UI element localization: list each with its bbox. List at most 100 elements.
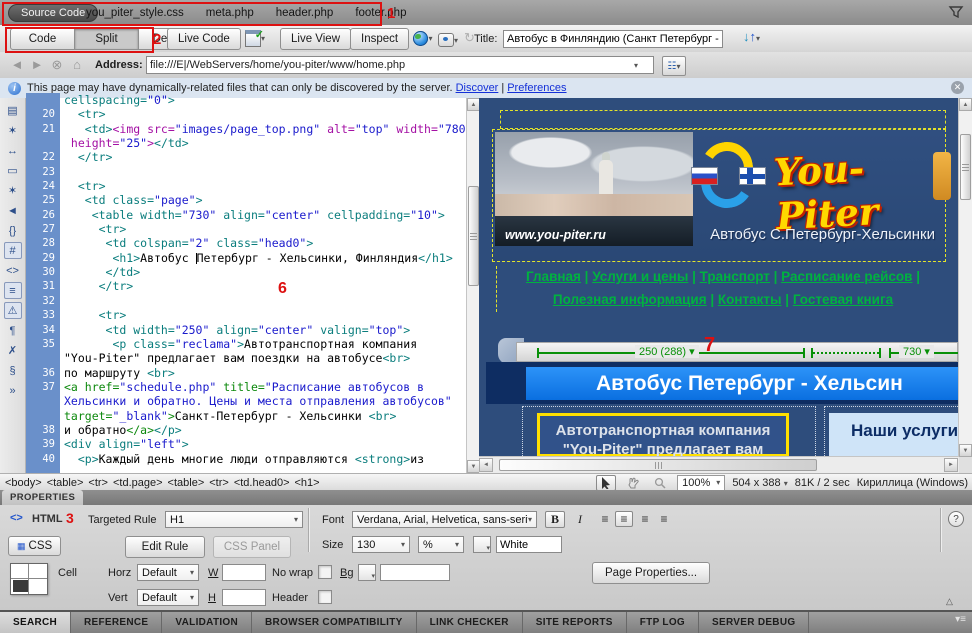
code-line[interactable]: height="25"></td> <box>60 136 189 150</box>
filter-related-files-icon[interactable] <box>948 4 964 20</box>
tag-selector-item[interactable]: <td.head0> <box>234 477 290 489</box>
apply-comment-icon[interactable]: ¶ <box>4 322 22 339</box>
site-nav-link[interactable]: Расписание рейсов <box>781 269 912 284</box>
show-code-navigator-icon[interactable]: ✶ <box>4 122 22 139</box>
syntax-error-alerts-icon[interactable]: ⚠ <box>4 302 22 319</box>
site-nav-link[interactable]: Услуги и цены <box>592 269 688 284</box>
hand-tool-icon[interactable] <box>623 475 643 491</box>
tag-selector-item[interactable]: <h1> <box>295 477 320 489</box>
collapse-panel-icon[interactable]: △ <box>946 596 953 607</box>
collapse-full-tag-icon[interactable]: ↔ <box>4 142 22 159</box>
bg-color-input[interactable] <box>380 564 450 581</box>
design-hscrollbar[interactable]: ◄ ► <box>479 456 959 473</box>
format-source-code-icon[interactable]: § <box>4 362 22 379</box>
code-line[interactable]: <div align="left"> <box>60 437 189 451</box>
tag-selector-item[interactable]: <tr> <box>209 477 229 489</box>
code-line[interactable]: target="_blank">Санкт-Петербург - Хельси… <box>60 409 396 423</box>
tag-selector-item[interactable]: <tr> <box>88 477 108 489</box>
bold-button[interactable]: B <box>545 511 565 528</box>
code-editor[interactable]: cellspacing="0">20 <tr>21 <td><img src="… <box>26 93 466 466</box>
zoom-tool-icon[interactable] <box>650 475 670 491</box>
visual-aids-icon[interactable]: ▾ <box>438 30 458 50</box>
tag-selector-item[interactable]: <body> <box>5 477 42 489</box>
size-select[interactable]: 130▾ <box>352 536 410 553</box>
magnification-select[interactable]: 100%▾ <box>677 475 725 491</box>
document-title-input[interactable] <box>503 30 723 48</box>
code-line[interactable]: <p class="reclama">Автотранспортная комп… <box>60 337 417 351</box>
table-width-label[interactable]: 730 ▾ <box>899 345 934 358</box>
design-view-pane[interactable]: www.you-piter.ru You-Piter Автобус С.Пет… <box>479 98 972 473</box>
italic-button[interactable]: I <box>570 511 590 528</box>
targeted-rule-select[interactable]: H1▾ <box>165 511 303 528</box>
left-column-cell[interactable]: Автотранспортная компания "You-Piter" пр… <box>522 406 816 457</box>
text-color-swatch[interactable]: ▾ <box>473 536 491 553</box>
code-line[interactable]: cellspacing="0"> <box>60 93 175 107</box>
code-line[interactable] <box>60 165 64 179</box>
inspect-button[interactable]: Inspect <box>350 28 409 50</box>
code-line[interactable]: <tr> <box>60 179 106 193</box>
no-wrap-checkbox[interactable] <box>318 565 332 579</box>
bg-color-swatch[interactable]: ▾ <box>358 564 376 581</box>
info-bar-close-icon[interactable]: ✕ <box>951 81 964 94</box>
tag-selector-item[interactable]: <table> <box>168 477 205 489</box>
scroll-down-icon[interactable]: ▼ <box>959 444 972 457</box>
results-tab-link-checker[interactable]: LINK CHECKER <box>417 612 523 633</box>
site-nav-link[interactable]: Гостевая книга <box>793 292 893 307</box>
file-get-put-icon[interactable]: ↓↑▾ <box>743 29 760 44</box>
address-dropdown-icon[interactable]: ▾ <box>634 61 638 70</box>
select-parent-tag-icon[interactable]: ◄ <box>4 202 22 219</box>
line-numbers-icon[interactable]: # <box>4 242 22 259</box>
code-line[interactable]: по маршруту <br> <box>60 366 175 380</box>
preview-in-browser-icon[interactable]: ▾ <box>413 28 433 48</box>
site-nav-link[interactable]: Полезная информация <box>553 292 707 307</box>
site-nav-link[interactable]: Контакты <box>718 292 782 307</box>
table-width-bar[interactable]: 250 (288) ▾ 730 ▾ <box>516 342 958 362</box>
check-browser-compatibility-icon[interactable]: ▾ <box>245 28 265 48</box>
font-select[interactable]: Verdana, Arial, Helvetica, sans-serif▾ <box>352 511 537 528</box>
design-vscroll-thumb[interactable] <box>960 134 971 200</box>
css-panel-button[interactable]: CSS Panel <box>213 536 291 558</box>
header-checkbox[interactable] <box>318 590 332 604</box>
results-tab-site-reports[interactable]: SITE REPORTS <box>523 612 627 633</box>
size-unit-select[interactable]: %▾ <box>418 536 464 553</box>
css-mode-button[interactable]: ▦CSS <box>8 536 61 556</box>
vert-select[interactable]: Default▾ <box>137 589 199 606</box>
design-hscroll-thumb[interactable] <box>499 459 817 471</box>
results-tab-search[interactable]: SEARCH <box>0 612 71 633</box>
code-line[interactable]: "You-Piter" предлагает вам поездки на ав… <box>60 351 410 365</box>
align-left-icon[interactable]: ≡ <box>596 511 614 527</box>
horz-select[interactable]: Default▾ <box>137 564 199 581</box>
code-line[interactable]: <tr> <box>60 107 106 121</box>
results-tab-reference[interactable]: REFERENCE <box>71 612 162 633</box>
code-line[interactable]: <td width="250" align="center" valign="t… <box>60 323 410 337</box>
tag-selector-item[interactable]: <table> <box>47 477 84 489</box>
code-line[interactable]: <td class="page"> <box>60 193 203 207</box>
code-line[interactable]: <p>Каждый день многие люди отправляются … <box>60 452 424 466</box>
back-icon[interactable]: ◄ <box>8 57 26 72</box>
results-tab-browser-compatibility[interactable]: BROWSER COMPATIBILITY <box>252 612 417 633</box>
align-justify-icon[interactable]: ≡ <box>655 511 673 527</box>
right-column-cell[interactable]: Наши услуги <box>824 406 958 457</box>
highlight-invalid-code-icon[interactable]: <> <box>4 262 22 279</box>
scroll-left-icon[interactable]: ◄ <box>479 458 493 472</box>
html-mode-button[interactable]: HTML <box>32 513 63 525</box>
home-icon[interactable]: ⌂ <box>68 57 86 72</box>
stop-icon[interactable]: ⊗ <box>48 57 66 73</box>
code-line[interactable]: <table width="730" align="center" cellpa… <box>60 208 445 222</box>
column-width-label[interactable]: 250 (288) ▾ <box>635 345 699 358</box>
text-color-input[interactable] <box>496 536 562 553</box>
word-wrap-icon[interactable]: ≡ <box>4 282 22 299</box>
help-icon[interactable]: ? <box>948 511 964 527</box>
code-line[interactable]: </td> <box>60 265 140 279</box>
code-line[interactable]: </tr> <box>60 279 133 293</box>
scroll-right-icon[interactable]: ► <box>944 458 958 472</box>
site-nav-link[interactable]: Главная <box>526 269 581 284</box>
collapse-selection-icon[interactable]: ▭ <box>4 162 22 179</box>
page-properties-button[interactable]: Page Properties... <box>592 562 710 584</box>
open-documents-icon[interactable]: ▤ <box>4 102 22 119</box>
results-tab-ftp-log[interactable]: FTP LOG <box>627 612 699 633</box>
h-input[interactable] <box>222 589 266 606</box>
code-line[interactable]: <tr> <box>60 308 126 322</box>
remove-comment-icon[interactable]: ✗ <box>4 342 22 359</box>
code-line[interactable]: Хельсинки и обратно. Цены и места отправ… <box>60 394 452 408</box>
